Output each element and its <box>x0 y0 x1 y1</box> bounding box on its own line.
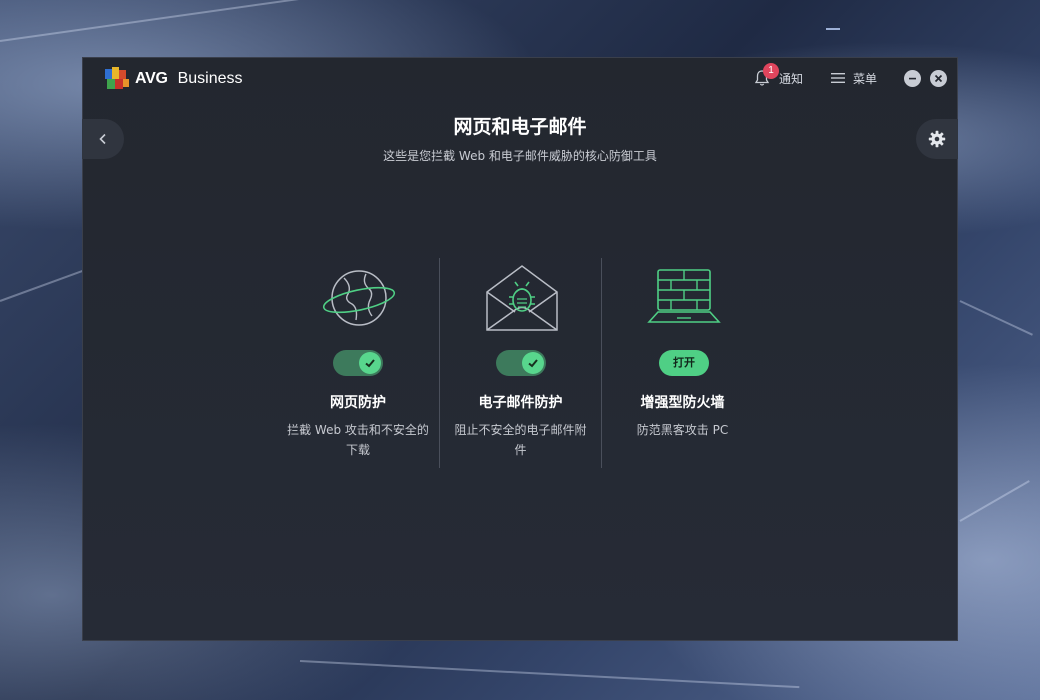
close-button[interactable] <box>930 69 947 87</box>
globe-icon <box>322 270 396 326</box>
toggle-knob <box>522 352 544 374</box>
menu-label: 菜单 <box>852 71 877 86</box>
notifications-label: 通知 <box>778 71 803 86</box>
hamburger-icon <box>830 73 845 83</box>
brand-name: AVG <box>135 70 168 87</box>
menu-button[interactable]: 菜单 <box>830 70 877 87</box>
page-title: 网页和电子邮件 <box>453 116 587 138</box>
notification-badge: 1 <box>762 63 779 79</box>
feature-email-shield: 电子邮件防护 阻止不安全的电子邮件附件 <box>439 258 601 468</box>
email-shield-toggle[interactable] <box>496 350 546 376</box>
avg-logo-icon <box>105 67 129 89</box>
feature-title: 增强型防火墙 <box>640 395 725 411</box>
check-icon <box>365 359 375 368</box>
product-name: Business <box>177 70 243 87</box>
firewall-icon <box>647 269 721 323</box>
close-icon <box>934 74 943 82</box>
feature-web-shield: 网页防护 拦截 Web 攻击和不安全的下载 <box>277 258 439 468</box>
taskbar-indicator <box>826 28 840 30</box>
feature-description: 拦截 Web 攻击和不安全的下载 <box>287 423 429 457</box>
firewall-open-button[interactable]: 打开 <box>659 350 709 376</box>
web-shield-toggle[interactable] <box>333 350 383 376</box>
feature-enhanced-firewall: 打开 增强型防火墙 防范黑客攻击 PC <box>601 258 763 468</box>
check-icon <box>528 359 538 368</box>
feature-description: 阻止不安全的电子邮件附件 <box>454 423 587 457</box>
title-actions: 1 通知 菜单 <box>753 63 947 88</box>
notifications-button[interactable]: 1 通知 <box>753 63 803 87</box>
toggle-knob <box>359 352 381 374</box>
minimize-icon <box>909 77 916 79</box>
app-logo: AVG Business <box>103 67 243 91</box>
envelope-bug-icon <box>486 265 558 331</box>
page-subtitle: 这些是您拦截 Web 和电子邮件威胁的核心防御工具 <box>383 149 657 163</box>
feature-title: 网页防护 <box>330 395 386 411</box>
feature-description: 防范黑客攻击 PC <box>636 423 729 437</box>
app-window: AVG Business 1 通知 菜单 网页和电子邮件 这些是您拦截 Web … <box>82 57 958 641</box>
title-bar: AVG Business 1 通知 菜单 <box>83 58 957 98</box>
feature-list: 网页防护 拦截 Web 攻击和不安全的下载 电子邮件防护 阻止不安全的电子邮件附… <box>277 258 763 468</box>
feature-title: 电子邮件防护 <box>478 395 563 411</box>
minimize-button[interactable] <box>904 69 921 87</box>
